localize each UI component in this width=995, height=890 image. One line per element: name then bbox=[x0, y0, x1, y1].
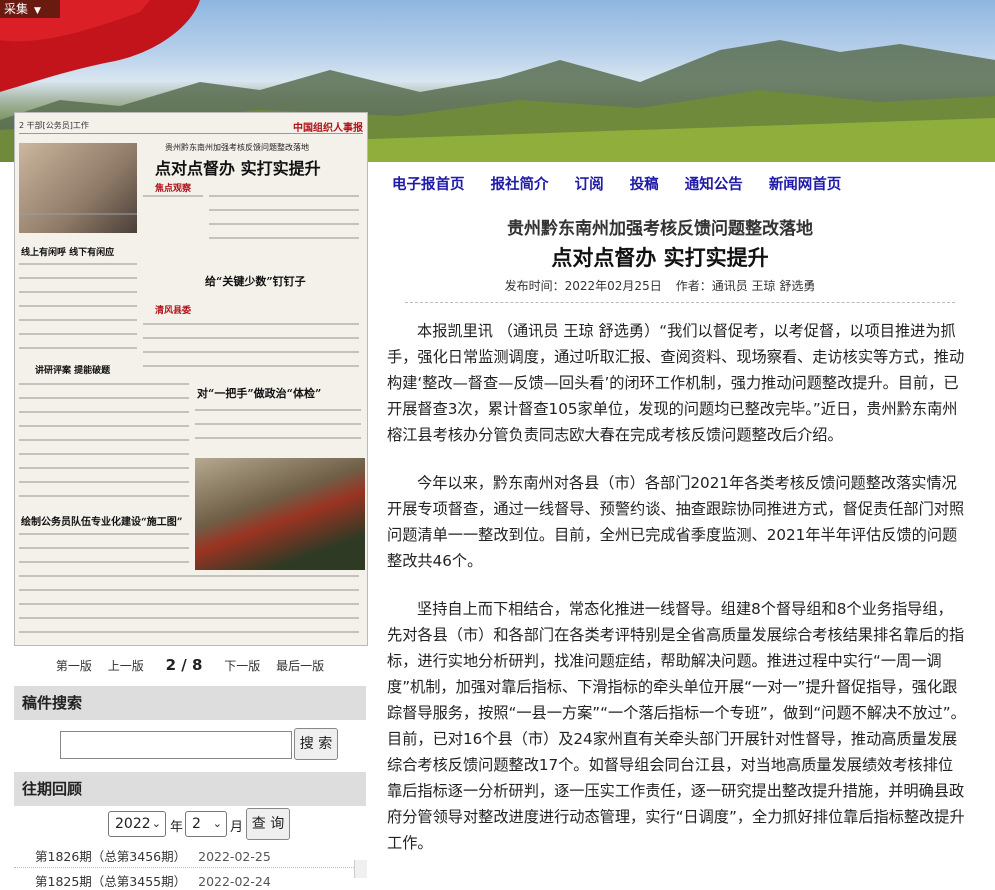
archive-section-title: 往期回顾 bbox=[14, 772, 366, 806]
year-value: 2022 bbox=[115, 816, 151, 832]
archive-scrollbar[interactable] bbox=[354, 860, 367, 878]
page-headline-5: 绘制公务员队伍专业化建设“施工图” bbox=[21, 517, 183, 528]
month-unit-label: 月 bbox=[230, 820, 244, 835]
page-headline-6: 线上有闲呼 线下有闲应 bbox=[21, 248, 115, 258]
page-article-kicker: 贵州黔东南州加强考核反馈问题整改落地 bbox=[165, 143, 309, 152]
nav-link-subscribe[interactable]: 订阅 bbox=[575, 177, 604, 193]
search-button[interactable]: 搜 索 bbox=[294, 728, 338, 760]
issue-date: 2022-02-24 bbox=[198, 874, 271, 889]
article-photo-2 bbox=[195, 458, 365, 570]
page-section-label: 2 干部[公务员]工作 bbox=[19, 121, 89, 130]
search-section-title: 稿件搜索 bbox=[14, 686, 366, 720]
article-title: 点对点督办 实打实提升 bbox=[551, 246, 769, 270]
page-pager: 第一版 上一版 2 / 8 下一版 最后一版 bbox=[0, 656, 380, 674]
page-tag-1: 焦点观察 bbox=[155, 184, 192, 194]
divider bbox=[14, 867, 354, 868]
article-meta: 发布时间：2022年02月25日 作者：通讯员 王琼 舒选勇 bbox=[380, 277, 940, 294]
publish-date: 发布时间：2022年02月25日 bbox=[504, 279, 662, 293]
current-page-indicator: 2 / 8 bbox=[165, 656, 203, 674]
article-paragraph: 今年以来，黔东南州对各县（市）各部门2021年各类考核反馈问题整改落实情况开展专… bbox=[387, 474, 965, 570]
last-page-link[interactable]: 最后一版 bbox=[276, 659, 324, 673]
article-author: 作者：通讯员 王琼 舒选勇 bbox=[675, 279, 816, 293]
nav-link-about[interactable]: 报社简介 bbox=[491, 177, 549, 193]
nav-link-news-home[interactable]: 新闻网首页 bbox=[769, 177, 842, 193]
issue-date: 2022-02-25 bbox=[198, 849, 271, 864]
article-kicker: 贵州黔东南州加强考核反馈问题整改落地 bbox=[507, 219, 813, 239]
newspaper-page-thumbnail[interactable]: 2 干部[公务员]工作 中国组织人事报 贵州黔东南州加强考核反馈问题整改落地 点… bbox=[14, 112, 368, 646]
first-page-link[interactable]: 第一版 bbox=[56, 659, 92, 673]
article-body: 本报凯里讯 （通讯员 王琼 舒选勇）“我们以督促考，以考促督，以项目推进为抓手，… bbox=[387, 318, 967, 878]
prev-page-link[interactable]: 上一版 bbox=[108, 659, 144, 673]
nav-link-notices[interactable]: 通知公告 bbox=[685, 177, 743, 193]
page-article-title: 点对点督办 实打实提升 bbox=[155, 159, 321, 178]
chevron-down-icon: ⌄ bbox=[151, 817, 161, 830]
page-headline-3: 讲研评案 提能破题 bbox=[35, 366, 111, 376]
year-unit-label: 年 bbox=[170, 820, 184, 835]
month-value: 2 bbox=[192, 816, 201, 832]
page-headline-4: 对“一把手”做政治“体检” bbox=[197, 387, 322, 400]
issue-link[interactable]: 第1825期（总第3455期） 2022-02-24 bbox=[35, 871, 271, 890]
article-photo-1 bbox=[19, 143, 137, 233]
article-paragraph: 本报凯里讯 （通讯员 王琼 舒选勇）“我们以督促考，以考促督，以项目推进为抓手，… bbox=[387, 322, 965, 444]
divider bbox=[405, 302, 955, 303]
query-button[interactable]: 查 询 bbox=[246, 808, 290, 840]
chevron-down-icon: ▼ bbox=[34, 6, 41, 16]
article-paragraph: 坚持自上而下相结合，常态化推进一线督导。组建8个督导组和8个业务指导组，先对各县… bbox=[387, 600, 966, 852]
top-nav: 电子报首页 报社简介 订阅 投稿 通知公告 新闻网首页 bbox=[392, 173, 862, 194]
month-select[interactable]: 2 ⌄ bbox=[185, 811, 227, 837]
issue-link[interactable]: 第1826期（总第3456期） 2022-02-25 bbox=[35, 846, 271, 865]
newspaper-logo: 中国组织人事报 bbox=[293, 123, 363, 134]
search-input[interactable] bbox=[60, 731, 292, 759]
page-headline-2: 给“关键少数”钉钉子 bbox=[205, 275, 306, 288]
year-select[interactable]: 2022 ⌄ bbox=[108, 811, 166, 837]
nav-link-submit[interactable]: 投稿 bbox=[630, 177, 659, 193]
nav-link-epaper-home[interactable]: 电子报首页 bbox=[392, 177, 465, 193]
next-page-link[interactable]: 下一版 bbox=[224, 659, 260, 673]
collect-dropdown[interactable]: 采集 ▼ bbox=[0, 0, 60, 18]
page-header: 2 干部[公务员]工作 中国组织人事报 bbox=[19, 119, 363, 134]
collect-label: 采集 bbox=[4, 2, 29, 16]
issue-label: 第1826期（总第3456期） bbox=[35, 849, 187, 864]
chevron-down-icon: ⌄ bbox=[212, 817, 222, 830]
issue-label: 第1825期（总第3455期） bbox=[35, 874, 187, 889]
page-tag-2: 清风县委 bbox=[155, 306, 192, 316]
